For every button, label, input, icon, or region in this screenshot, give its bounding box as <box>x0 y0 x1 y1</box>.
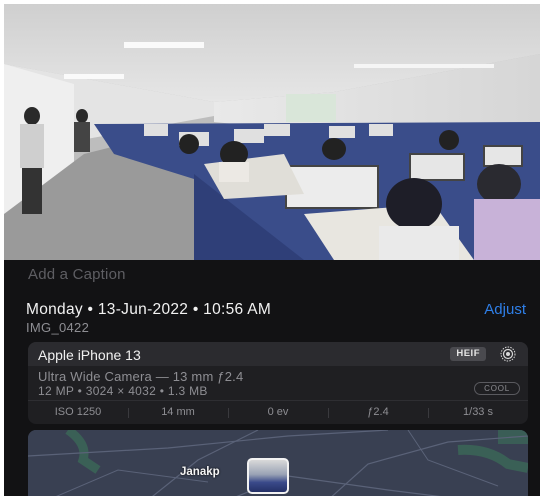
lens-info: Ultra Wide Camera — 13 mm ƒ2.4 <box>38 369 244 384</box>
device-name: Apple iPhone 13 <box>38 347 141 363</box>
photo-preview[interactable] <box>4 4 540 260</box>
map-place-label: Janakp <box>180 466 220 478</box>
photo-datetime: Monday • 13-Jun-2022 • 10:56 AM <box>26 301 272 318</box>
live-photo-icon <box>500 346 516 362</box>
adjust-button[interactable]: Adjust <box>484 301 526 318</box>
exif-shutter-speed: 1/33 s <box>428 406 528 418</box>
date-row: Monday • 13-Jun-2022 • 10:56 AM Adjust <box>26 301 526 321</box>
exif-row: ISO 1250 14 mm 0 ev ƒ2.4 1/33 s <box>28 400 528 422</box>
exif-focal-length: 14 mm <box>128 406 228 418</box>
exif-iso: ISO 1250 <box>54 405 102 418</box>
photo-image <box>4 4 540 260</box>
photo-filename: IMG_0422 <box>26 320 90 335</box>
caption-field[interactable]: Add a Caption <box>28 266 126 283</box>
format-badge: HEIF <box>450 347 486 361</box>
camera-info-card: Apple iPhone 13 HEIF Ultra Wide Camera —… <box>28 342 528 424</box>
exif-aperture: ƒ2.4 <box>328 406 428 418</box>
location-map[interactable]: Janakp <box>28 430 528 496</box>
photo-location-pin[interactable] <box>247 458 289 494</box>
image-specs: 12 MP • 3024 × 4032 • 1.3 MB <box>38 384 208 398</box>
photographic-style-badge: COOL <box>474 382 520 395</box>
photo-thumbnail <box>249 460 287 492</box>
photo-info-screen: Add a Caption Monday • 13-Jun-2022 • 10:… <box>4 4 540 496</box>
exif-exposure-bias: 0 ev <box>228 406 328 418</box>
camera-info-header: Apple iPhone 13 HEIF <box>28 342 528 366</box>
